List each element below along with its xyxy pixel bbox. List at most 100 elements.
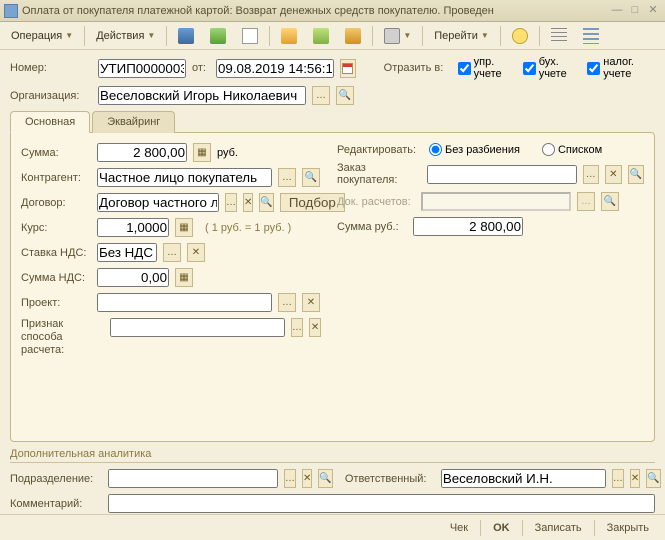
print-menu[interactable]: ▼	[377, 25, 418, 47]
contract-field[interactable]	[97, 193, 219, 212]
org-open-button[interactable]: 🔍	[336, 86, 354, 105]
receipt-button[interactable]: Чек	[442, 520, 476, 536]
currency-label: руб.	[217, 147, 238, 159]
selection-button[interactable]: Подбор	[280, 193, 345, 212]
order-label: Заказ покупателя:	[337, 162, 421, 186]
dept-clear-button[interactable]: ✕	[302, 469, 312, 488]
method-clear-button[interactable]: ✕	[309, 318, 321, 337]
tab-main[interactable]: Основная	[10, 111, 90, 133]
comment-label: Комментарий:	[10, 498, 102, 510]
check-buh[interactable]: бух. учете	[523, 56, 582, 80]
goto-menu[interactable]: Перейти▼	[427, 25, 496, 47]
save-icon	[178, 28, 194, 44]
counterparty-open-button[interactable]: 🔍	[302, 168, 320, 187]
sum-field[interactable]	[97, 143, 187, 162]
org-field[interactable]	[98, 86, 306, 105]
contract-select-button[interactable]: …	[225, 193, 237, 212]
tab-acquiring[interactable]: Эквайринг	[92, 111, 175, 133]
method-select-button[interactable]: …	[291, 318, 303, 337]
dept-label: Подразделение:	[10, 473, 102, 485]
method-field[interactable]	[110, 318, 285, 337]
project-clear-button[interactable]: ✕	[302, 293, 320, 312]
maximize-button[interactable]: □	[627, 4, 643, 18]
separator	[480, 520, 481, 536]
counterparty-field[interactable]	[97, 168, 272, 187]
separator	[594, 520, 595, 536]
toolbar: Операция▼ Действия▼ ▼ Перейти▼	[0, 22, 665, 50]
project-field[interactable]	[97, 293, 272, 312]
write-button[interactable]: Записать	[527, 520, 590, 536]
rate-calc-button[interactable]: ▦	[175, 218, 193, 237]
analytics-title: Дополнительная аналитика	[10, 448, 655, 463]
forward-button[interactable]	[235, 25, 265, 47]
list-button[interactable]	[544, 25, 574, 47]
save-button[interactable]	[171, 25, 201, 47]
ok-button[interactable]: OK	[485, 520, 518, 536]
edit-label: Редактировать:	[337, 144, 423, 156]
vatsum-field[interactable]	[97, 268, 169, 287]
separator	[539, 26, 540, 46]
method-label: Признак способа расчета:	[21, 318, 104, 357]
close-button[interactable]: Закрыть	[599, 520, 657, 536]
close-window-button[interactable]: ✕	[645, 4, 661, 18]
docpay-open-button: 🔍	[601, 192, 619, 211]
rate-hint: ( 1 руб. = 1 руб. )	[205, 222, 291, 234]
footer-bar: Чек OK Записать Закрыть	[0, 514, 665, 540]
contract-label: Договор:	[21, 197, 91, 209]
doc3-button[interactable]	[338, 25, 368, 47]
resp-clear-button[interactable]: ✕	[630, 469, 640, 488]
sum-calc-button[interactable]: ▦	[193, 143, 211, 162]
vat-select-button[interactable]: …	[163, 243, 181, 262]
check-nalog[interactable]: налог. учете	[587, 56, 655, 80]
tree-button[interactable]	[576, 25, 606, 47]
dept-field[interactable]	[108, 469, 278, 488]
number-label: Номер:	[10, 62, 92, 74]
dept-select-button[interactable]: …	[284, 469, 296, 488]
help-button[interactable]	[505, 25, 535, 47]
sumrub-field[interactable]	[413, 217, 523, 236]
number-field[interactable]	[98, 59, 186, 78]
order-open-button[interactable]: 🔍	[628, 165, 644, 184]
radio-nosplit[interactable]: Без разбиения	[429, 143, 520, 156]
comment-field[interactable]	[108, 494, 655, 513]
docpay-field	[421, 192, 571, 211]
rate-label: Курс:	[21, 222, 91, 234]
rate-field[interactable]	[97, 218, 169, 237]
separator	[166, 26, 167, 46]
contract-clear-button[interactable]: ✕	[243, 193, 253, 212]
radio-list[interactable]: Списком	[542, 143, 602, 156]
project-select-button[interactable]: …	[278, 293, 296, 312]
order-field[interactable]	[427, 165, 577, 184]
from-label: от:	[192, 62, 210, 74]
operation-menu[interactable]: Операция▼	[4, 25, 80, 47]
vat-clear-button[interactable]: ✕	[187, 243, 205, 262]
resp-field[interactable]	[441, 469, 606, 488]
org-select-button[interactable]: …	[312, 86, 330, 105]
order-select-button[interactable]: …	[583, 165, 599, 184]
new-icon	[210, 28, 226, 44]
actions-menu[interactable]: Действия▼	[89, 25, 162, 47]
date-field[interactable]	[216, 59, 334, 78]
project-label: Проект:	[21, 297, 91, 309]
doc1-button[interactable]	[274, 25, 304, 47]
vat-field[interactable]	[97, 243, 157, 262]
doc-icon	[313, 28, 329, 44]
resp-open-button[interactable]: 🔍	[646, 469, 660, 488]
help-icon	[512, 28, 528, 44]
new-button[interactable]	[203, 25, 233, 47]
order-clear-button[interactable]: ✕	[605, 165, 621, 184]
contract-open-button[interactable]: 🔍	[259, 193, 273, 212]
doc2-button[interactable]	[306, 25, 336, 47]
vatsum-label: Сумма НДС:	[21, 272, 91, 284]
check-upr[interactable]: упр. учете	[458, 56, 517, 80]
vatsum-calc-button[interactable]: ▦	[175, 268, 193, 287]
date-picker-button[interactable]	[340, 59, 356, 78]
dept-open-button[interactable]: 🔍	[318, 469, 332, 488]
print-icon	[384, 28, 400, 44]
counterparty-select-button[interactable]: …	[278, 168, 296, 187]
minimize-button[interactable]: —	[609, 4, 625, 18]
resp-select-button[interactable]: …	[612, 469, 624, 488]
sum-label: Сумма:	[21, 147, 91, 159]
reflect-label: Отразить в:	[384, 62, 452, 74]
window-icon	[4, 4, 18, 18]
